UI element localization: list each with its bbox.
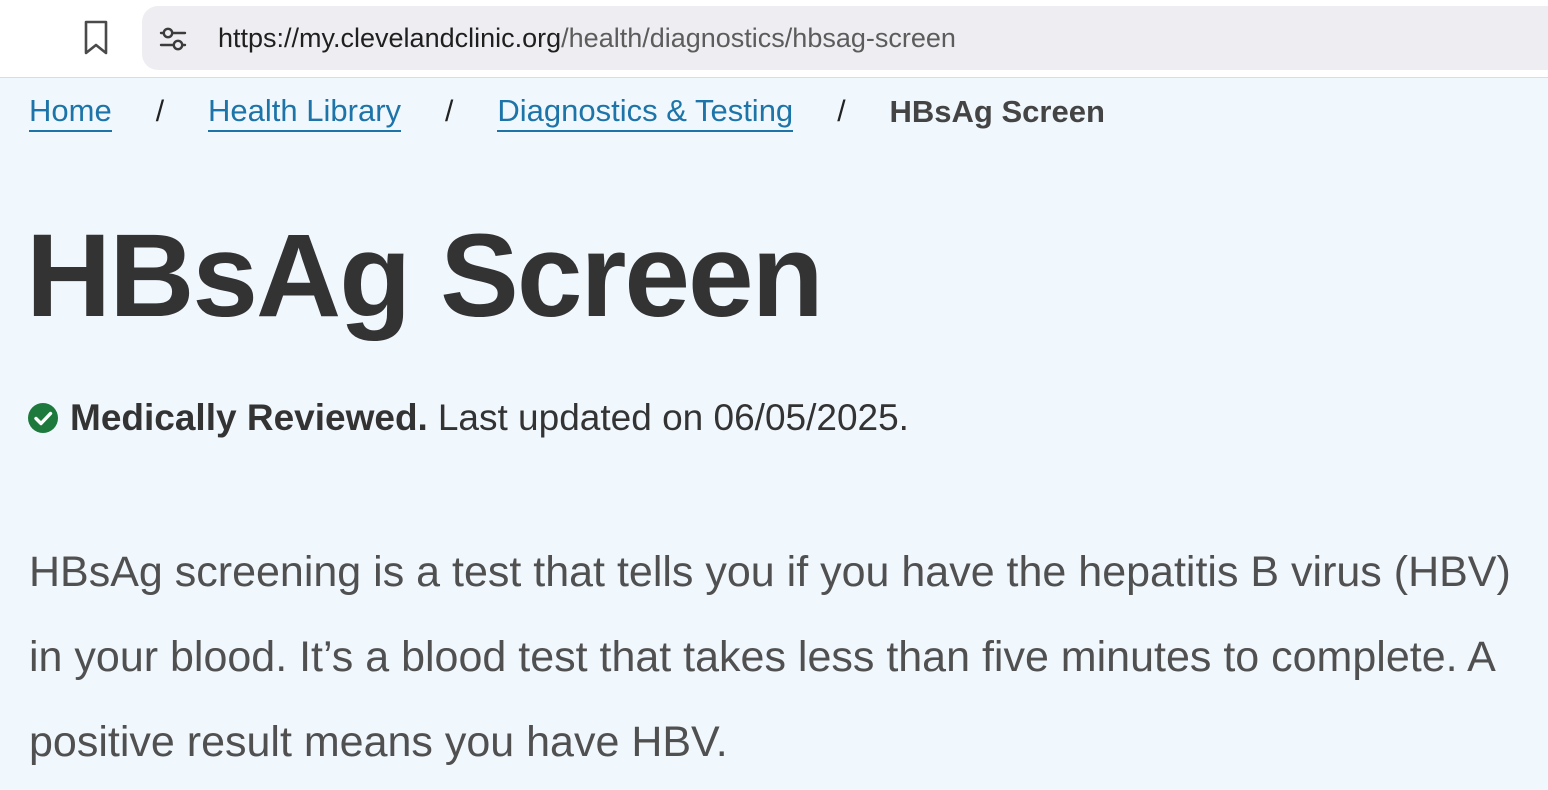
url-host: https://my.clevelandclinic.org xyxy=(218,23,562,53)
breadcrumb-link-diagnostics-testing[interactable]: Diagnostics & Testing xyxy=(497,93,794,132)
url-text[interactable]: https://my.clevelandclinic.org/health/di… xyxy=(218,23,956,53)
site-settings-icon xyxy=(159,27,187,51)
medically-reviewed-label: Medically Reviewed. xyxy=(70,397,428,438)
breadcrumb: Home / Health Library / Diagnostics & Te… xyxy=(29,92,1105,132)
site-settings-button[interactable] xyxy=(158,24,188,54)
breadcrumb-link-health-library[interactable]: Health Library xyxy=(208,93,402,132)
bookmark-button[interactable] xyxy=(76,18,116,58)
url-path: /health/diagnostics/hbsag-screen xyxy=(561,23,956,53)
breadcrumb-current: HBsAg Screen xyxy=(889,94,1105,129)
breadcrumb-separator: / xyxy=(445,95,454,128)
breadcrumb-separator: / xyxy=(837,95,846,128)
bookmark-icon xyxy=(84,20,108,55)
breadcrumb-link-home[interactable]: Home xyxy=(29,93,112,132)
intro-paragraph: HBsAg screening is a test that tells you… xyxy=(29,548,1511,766)
address-bar[interactable]: https://my.clevelandclinic.org/health/di… xyxy=(142,6,1548,70)
page-title: HBsAg Screen xyxy=(26,210,824,342)
browser-toolbar: https://my.clevelandclinic.org/health/di… xyxy=(0,0,1548,78)
breadcrumb-separator: / xyxy=(155,95,165,128)
last-updated-text: Last updated on 06/05/2025. xyxy=(437,397,909,438)
check-circle-icon xyxy=(28,403,58,433)
review-status: Medically Reviewed. Last updated on 06/0… xyxy=(28,396,909,440)
